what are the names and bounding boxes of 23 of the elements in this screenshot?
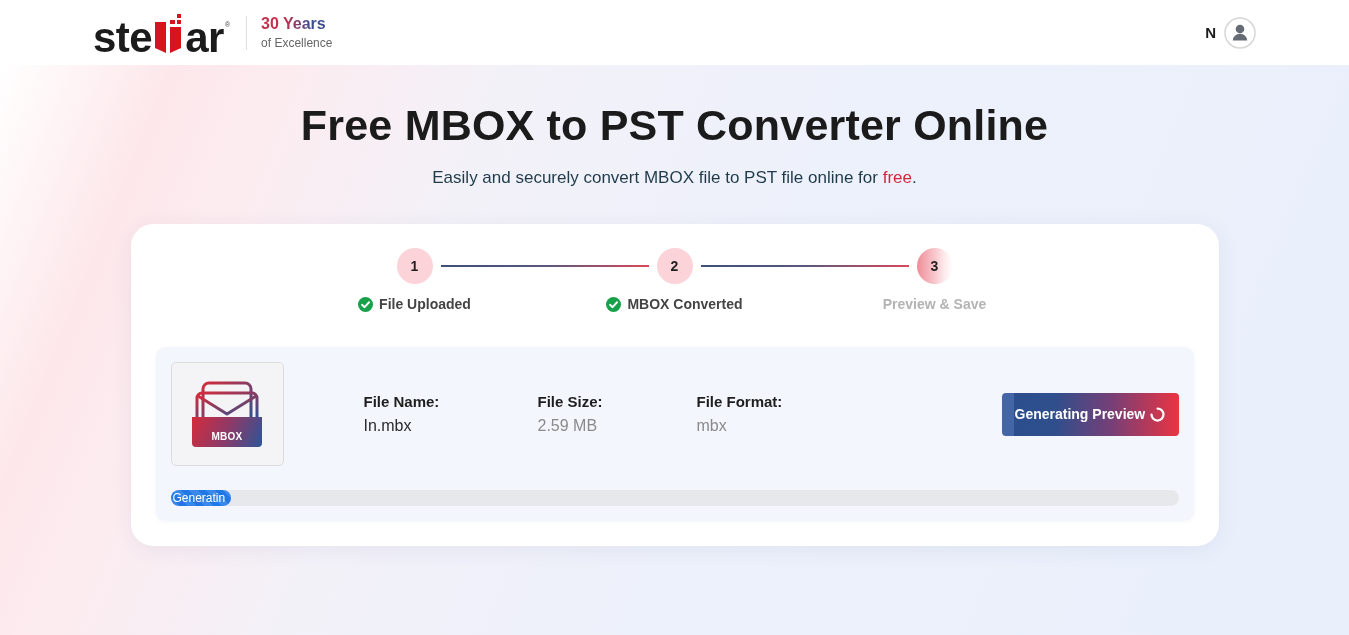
logo-text: ar <box>185 20 224 55</box>
detail-label: File Name: <box>363 393 441 410</box>
page-title: Free MBOX to PST Converter Online <box>299 100 1050 150</box>
avatar-icon[interactable] <box>1224 16 1256 49</box>
envelope-icon <box>194 381 260 417</box>
detail-value: 2.59 MB <box>537 417 599 435</box>
logo-text: ste <box>93 20 153 55</box>
page-subtitle: Easily and securely convert MBOX file to PST file online for free. <box>431 167 918 189</box>
detail-value: In.mbx <box>363 417 413 435</box>
progress-fill: Generatin <box>170 490 231 506</box>
tagline-subtitle: of Excellence <box>261 35 333 51</box>
step-number: 2 <box>656 248 693 284</box>
step-number: 1 <box>396 248 433 284</box>
user-initial: N <box>1205 24 1216 41</box>
detail-label: File Format: <box>696 393 783 410</box>
detail-value: mbx <box>696 417 728 435</box>
detail-label: File Size: <box>537 393 604 410</box>
step-number: 3 <box>916 248 953 284</box>
step-label: MBOX Converted <box>627 296 743 312</box>
file-type-label: MBOX <box>192 417 262 447</box>
step-label: Preview & Save <box>882 296 987 312</box>
generate-preview-button[interactable]: Generating Preview <box>1001 392 1179 436</box>
step-label: File Uploaded <box>379 296 471 312</box>
